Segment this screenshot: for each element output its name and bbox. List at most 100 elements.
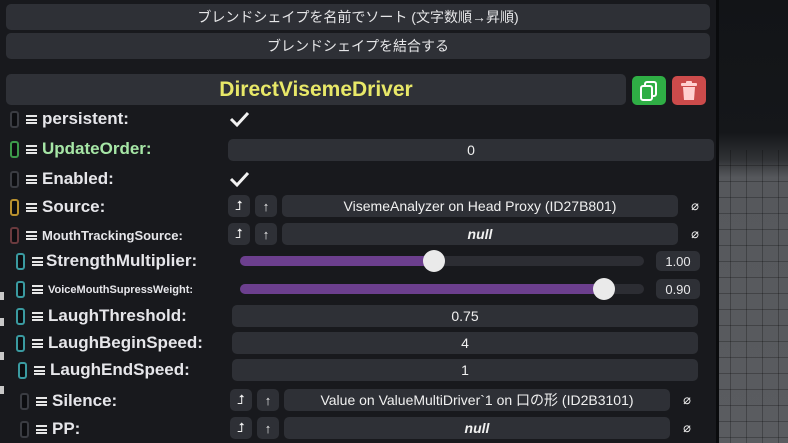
- field-handle[interactable]: [10, 171, 19, 188]
- null-slash-icon: ⌀: [683, 420, 691, 435]
- duplicate-button[interactable]: [632, 76, 666, 105]
- arrow-up-icon: ↑: [264, 392, 272, 408]
- field-handle[interactable]: [16, 281, 25, 298]
- field-handle[interactable]: [20, 393, 29, 410]
- field-label: VoiceMouthSupressWeight:: [48, 284, 194, 296]
- slider-knob[interactable]: [422, 250, 445, 272]
- field-label: PP:: [52, 419, 81, 438]
- drag-menu-icon[interactable]: [36, 397, 47, 406]
- arrow-up-icon: ↑: [264, 420, 272, 436]
- laugh-threshold-input[interactable]: 0.75: [232, 305, 698, 327]
- arrow-up-icon: ↑: [262, 226, 270, 242]
- enabled-checkbox[interactable]: [228, 168, 250, 190]
- drag-menu-icon[interactable]: [32, 257, 43, 266]
- trash-icon: [681, 80, 697, 100]
- up-button[interactable]: ↑: [257, 417, 279, 439]
- null-slash-icon: ⌀: [691, 226, 699, 241]
- inspector-panel: ブレンドシェイプを名前でソート (文字数順→昇順) ブレンドシェイプを結合する …: [0, 0, 719, 443]
- drag-menu-icon[interactable]: [26, 175, 37, 184]
- strength-value[interactable]: 1.00: [656, 251, 700, 271]
- slider-fill: [240, 284, 604, 294]
- field-handle[interactable]: [18, 362, 27, 379]
- drag-menu-icon[interactable]: [36, 425, 47, 434]
- field-label: Source:: [42, 197, 106, 216]
- slider-knob[interactable]: [592, 278, 615, 300]
- silence-reference[interactable]: Value on ValueMultiDriver`1 on 口の形 (ID2B…: [284, 389, 670, 411]
- field-handle[interactable]: [10, 111, 19, 128]
- drag-menu-icon[interactable]: [34, 366, 45, 375]
- field-handle[interactable]: [10, 199, 19, 216]
- field-handle[interactable]: [10, 141, 19, 158]
- null-slash-icon: ⌀: [691, 198, 699, 213]
- strength-slider[interactable]: [240, 250, 644, 272]
- field-enabled: Enabled:: [0, 166, 716, 194]
- field-handle[interactable]: [20, 421, 29, 438]
- supress-weight-slider[interactable]: [240, 278, 644, 300]
- field-mouth-tracking-source: MouthTrackingSource: ⮥ ↑ null ⌀: [0, 222, 716, 250]
- floor-grid: [714, 150, 788, 443]
- field-handle[interactable]: [16, 308, 25, 325]
- field-laugh-begin-speed: LaughBeginSpeed: 4: [0, 330, 716, 358]
- pp-reference[interactable]: null: [284, 417, 670, 439]
- clear-button[interactable]: ⌀: [676, 389, 698, 411]
- mouth-tracking-reference[interactable]: null: [282, 223, 678, 245]
- sort-blendshapes-button[interactable]: ブレンドシェイプを名前でソート (文字数順→昇順): [6, 4, 710, 30]
- jump-button[interactable]: ⮥: [228, 223, 250, 245]
- edge-marker: [0, 292, 4, 300]
- jump-arrow-icon: ⮥: [235, 198, 243, 213]
- field-label: StrengthMultiplier:: [46, 251, 198, 270]
- field-persistent: persistent:: [0, 106, 716, 134]
- field-pp: PP: ⮥ ↑ null ⌀: [0, 416, 716, 443]
- drag-menu-icon[interactable]: [26, 231, 37, 240]
- laugh-begin-speed-input[interactable]: 4: [232, 332, 698, 354]
- field-label: LaughThreshold:: [48, 306, 187, 325]
- drag-menu-icon[interactable]: [32, 285, 43, 294]
- up-button[interactable]: ↑: [257, 389, 279, 411]
- field-label: LaughEndSpeed:: [50, 360, 190, 379]
- field-laugh-end-speed: LaughEndSpeed: 1: [0, 357, 716, 385]
- up-button[interactable]: ↑: [255, 223, 277, 245]
- jump-button[interactable]: ⮥: [228, 195, 250, 217]
- merge-blendshapes-button[interactable]: ブレンドシェイプを結合する: [6, 33, 710, 59]
- duplicate-icon: [640, 80, 657, 101]
- clear-button[interactable]: ⌀: [684, 195, 706, 217]
- field-strength-multiplier: StrengthMultiplier: 1.00: [0, 248, 716, 276]
- field-voice-mouth-supress-weight: VoiceMouthSupressWeight: 0.90: [0, 276, 716, 304]
- jump-arrow-icon: ⮥: [237, 420, 245, 435]
- drag-menu-icon[interactable]: [32, 312, 43, 321]
- up-button[interactable]: ↑: [255, 195, 277, 217]
- clear-button[interactable]: ⌀: [684, 223, 706, 245]
- drag-menu-icon[interactable]: [26, 145, 37, 154]
- drag-menu-icon[interactable]: [26, 203, 37, 212]
- field-label: Enabled:: [42, 169, 114, 188]
- update-order-input[interactable]: 0: [228, 139, 714, 161]
- field-silence: Silence: ⮥ ↑ Value on ValueMultiDriver`1…: [0, 388, 716, 416]
- field-label: LaughBeginSpeed:: [48, 333, 203, 352]
- field-label: UpdateOrder:: [42, 139, 152, 158]
- edge-marker: [0, 352, 4, 360]
- edge-marker: [0, 386, 4, 394]
- persistent-checkbox[interactable]: [228, 108, 250, 130]
- field-handle[interactable]: [16, 335, 25, 352]
- laugh-end-speed-input[interactable]: 1: [232, 359, 698, 381]
- supress-weight-value[interactable]: 0.90: [656, 279, 700, 299]
- field-label: persistent:: [42, 109, 129, 128]
- field-handle[interactable]: [10, 227, 19, 244]
- arrow-up-icon: ↑: [262, 198, 270, 214]
- source-reference[interactable]: VisemeAnalyzer on Head Proxy (ID27B801): [282, 195, 678, 217]
- field-handle[interactable]: [16, 253, 25, 270]
- field-update-order: UpdateOrder: 0: [0, 136, 716, 164]
- clear-button[interactable]: ⌀: [676, 417, 698, 439]
- field-label: MouthTrackingSource:: [42, 228, 183, 243]
- jump-button[interactable]: ⮥: [230, 389, 252, 411]
- field-laugh-threshold: LaughThreshold: 0.75: [0, 303, 716, 331]
- field-source: Source: ⮥ ↑ VisemeAnalyzer on Head Proxy…: [0, 194, 716, 222]
- null-slash-icon: ⌀: [683, 392, 691, 407]
- slider-fill: [240, 256, 434, 266]
- jump-button[interactable]: ⮥: [230, 417, 252, 439]
- drag-menu-icon[interactable]: [32, 339, 43, 348]
- delete-button[interactable]: [672, 76, 706, 105]
- drag-menu-icon[interactable]: [26, 115, 37, 124]
- edge-marker: [0, 318, 4, 326]
- component-title[interactable]: DirectVisemeDriver: [6, 74, 626, 105]
